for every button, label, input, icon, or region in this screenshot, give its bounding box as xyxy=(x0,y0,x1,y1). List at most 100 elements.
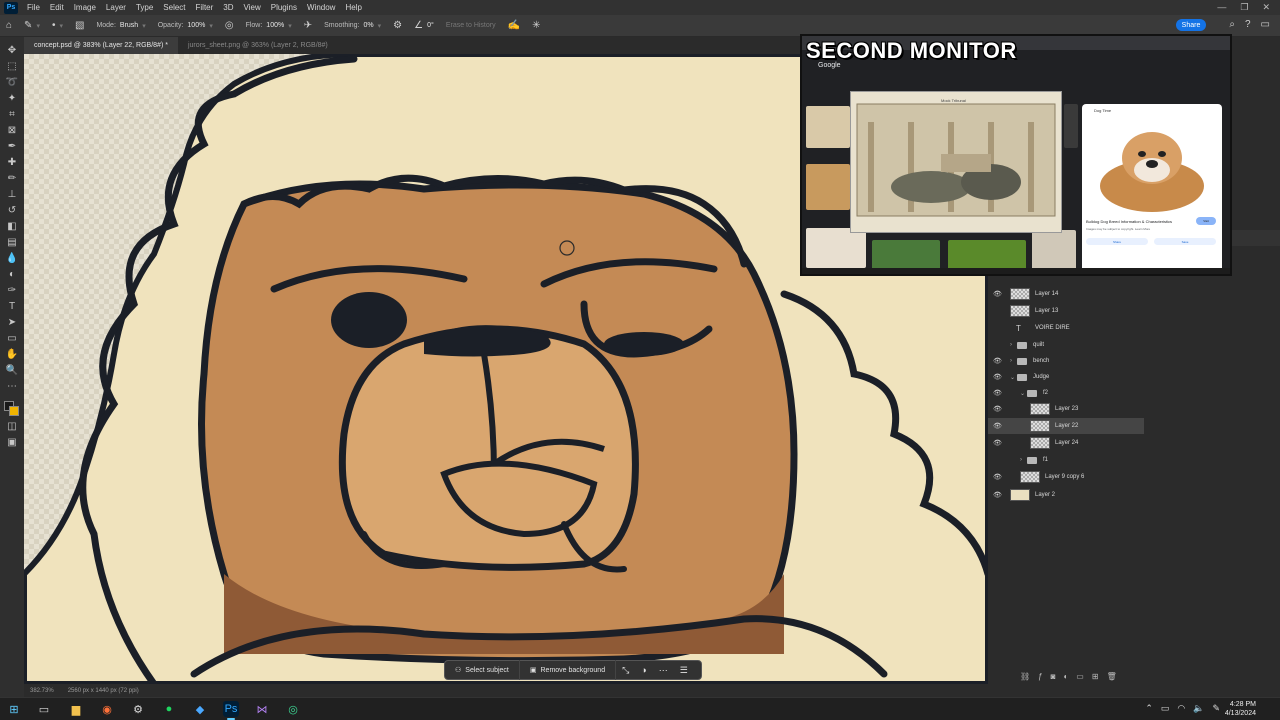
spotify-icon[interactable]: ● xyxy=(161,701,177,717)
taskbar-clock[interactable]: 4:28 PM 4/13/2024 xyxy=(1225,700,1256,718)
link-layers-icon[interactable]: ⛓ xyxy=(1020,672,1030,684)
result-thumbnail[interactable] xyxy=(806,228,866,268)
save-result-button[interactable]: Save xyxy=(1154,238,1216,245)
smoothing-settings-icon[interactable]: ⚙ xyxy=(393,20,402,31)
dodge-tool-icon[interactable]: ◐ xyxy=(4,269,20,281)
menu-filter[interactable]: Filter xyxy=(191,0,219,15)
network-icon[interactable]: ▭ xyxy=(1161,703,1170,714)
visibility-eye-icon[interactable]: 👁 xyxy=(993,439,1002,447)
history-brush-tool-icon[interactable]: ↺ xyxy=(4,205,20,217)
color-swatches[interactable] xyxy=(4,401,20,417)
pressure-size-icon[interactable]: ✍ xyxy=(508,20,520,31)
chevron-down-icon[interactable]: ⌄ xyxy=(1020,390,1025,397)
screen-mode-icon[interactable]: ▣ xyxy=(4,437,20,449)
brush-tool-icon[interactable]: ✏ xyxy=(4,173,20,185)
marquee-tool-icon[interactable]: ⬚ xyxy=(4,61,20,73)
menu-select[interactable]: Select xyxy=(158,0,190,15)
menu-layer[interactable]: Layer xyxy=(101,0,131,15)
volume-icon[interactable]: 🔈 xyxy=(1193,703,1204,714)
background-color-swatch[interactable] xyxy=(9,406,19,416)
firefox-icon[interactable]: ◉ xyxy=(99,701,115,717)
tab-jurors-sheet[interactable]: jurors_sheet.png @ 363% (Layer 2, RGB/8#… xyxy=(178,37,338,54)
more-tools-icon[interactable]: ⋯ xyxy=(4,381,20,393)
type-tool-icon[interactable]: T xyxy=(4,301,20,313)
app-icon[interactable]: ◆ xyxy=(192,701,208,717)
mask-icon[interactable]: ◑ xyxy=(635,665,652,675)
move-tool-icon[interactable]: ✥ xyxy=(4,45,20,57)
airbrush-icon[interactable]: ✈ xyxy=(304,20,312,31)
result-thumbnail[interactable] xyxy=(948,240,1026,270)
quick-mask-icon[interactable]: ◫ xyxy=(4,421,20,433)
bulldog-result-card[interactable]: Dog Time Bulldog Dog Breed Information &… xyxy=(1082,104,1222,272)
visibility-eye-icon[interactable]: 👁 xyxy=(993,290,1002,298)
layer-row-selected[interactable]: 👁 Layer 22 xyxy=(988,418,1144,434)
visibility-eye-icon[interactable]: 👁 xyxy=(993,373,1002,381)
eyedropper-tool-icon[interactable]: ✒ xyxy=(4,141,20,153)
layer-row[interactable]: T VOIRE DIRE xyxy=(988,320,1156,336)
menu-edit[interactable]: Edit xyxy=(45,0,69,15)
delete-layer-icon[interactable]: 🗑 xyxy=(1107,672,1117,684)
layer-row[interactable]: Layer 13 xyxy=(988,303,1156,319)
magic-wand-tool-icon[interactable]: ✦ xyxy=(4,93,20,105)
layer-row[interactable]: 👁 Layer 14 xyxy=(988,286,1156,302)
mode-dropdown[interactable]: Mode: Brush ▾ xyxy=(90,22,151,30)
new-group-icon[interactable]: ▭ xyxy=(1076,672,1084,684)
layer-row[interactable]: 👁 Layer 2 xyxy=(988,487,1156,503)
rectangle-tool-icon[interactable]: ▭ xyxy=(4,333,20,345)
steam-icon[interactable]: ⚙ xyxy=(130,701,146,717)
pen-icon[interactable]: ✎ xyxy=(1212,703,1220,714)
windows-start-icon[interactable]: ⊞ xyxy=(6,701,22,717)
layer-row[interactable]: 👁 Layer 23 xyxy=(988,401,1156,417)
chevron-down-icon[interactable]: ⌄ xyxy=(1010,374,1015,381)
menu-plugins[interactable]: Plugins xyxy=(266,0,302,15)
visit-button[interactable]: Visit xyxy=(1196,217,1216,225)
visibility-eye-icon[interactable]: 👁 xyxy=(993,473,1002,481)
result-thumbnail[interactable] xyxy=(1064,104,1078,148)
chevron-right-icon[interactable]: › xyxy=(1010,342,1012,348)
layer-row[interactable]: 👁 Layer 9 copy 6 xyxy=(988,469,1156,485)
healing-brush-tool-icon[interactable]: ✚ xyxy=(4,157,20,169)
opacity-field[interactable]: Opacity: 100% ▾ xyxy=(152,22,219,30)
select-subject-button[interactable]: ⚇ Select subject xyxy=(445,660,520,680)
more-options-icon[interactable]: ⋯ xyxy=(653,665,674,676)
menu-file[interactable]: File xyxy=(22,0,45,15)
layer-row[interactable]: › quilt xyxy=(988,337,1156,353)
remove-background-button[interactable]: ▣ Remove background xyxy=(520,660,617,680)
search-icon[interactable]: ⌕ xyxy=(1229,19,1235,30)
task-view-icon[interactable]: ▭ xyxy=(36,701,52,717)
visibility-eye-icon[interactable]: 👁 xyxy=(993,405,1002,413)
new-layer-icon[interactable]: ⊞ xyxy=(1092,672,1099,684)
crop-tool-icon[interactable]: ⌗ xyxy=(4,109,20,121)
blur-tool-icon[interactable]: 💧 xyxy=(4,253,20,265)
maximize-icon[interactable]: ❐ xyxy=(1240,2,1248,13)
close-icon[interactable]: ✕ xyxy=(1262,2,1270,13)
result-thumbnail[interactable] xyxy=(872,240,940,270)
pressure-opacity-icon[interactable]: ◎ xyxy=(225,20,234,31)
hand-tool-icon[interactable]: ✋ xyxy=(4,349,20,361)
tool-preset-caret-icon[interactable]: ▾ xyxy=(36,22,40,30)
angle-field[interactable]: ∠ 0° xyxy=(408,20,440,31)
zoom-level[interactable]: 382.73% xyxy=(30,688,54,694)
wifi-icon[interactable]: ◠ xyxy=(1177,703,1185,714)
menu-window[interactable]: Window xyxy=(302,0,340,15)
layer-row[interactable]: › f1 xyxy=(988,452,1156,468)
gradient-tool-icon[interactable]: ▤ xyxy=(4,237,20,249)
menu-type[interactable]: Type xyxy=(131,0,158,15)
layer-row[interactable]: 👁 ⌄ Judge xyxy=(988,369,1156,385)
result-thumbnail[interactable] xyxy=(806,164,850,210)
visibility-eye-icon[interactable]: 👁 xyxy=(993,357,1002,365)
app-icon[interactable]: ◎ xyxy=(285,701,301,717)
tab-concept-psd[interactable]: concept.psd @ 383% (Layer 22, RGB/8#) * xyxy=(24,37,178,54)
layer-row[interactable]: 👁 ⌄ f2 xyxy=(988,385,1156,401)
visual-studio-icon[interactable]: ⋈ xyxy=(254,701,270,717)
tribunal-painting-preview[interactable]: Mock Tribunal xyxy=(850,91,1062,233)
smoothing-field[interactable]: Smoothing: 0% ▾ xyxy=(318,22,387,30)
eraser-tool-icon[interactable]: ◧ xyxy=(4,221,20,233)
eraser-tool-icon[interactable]: ✎ xyxy=(24,20,32,31)
help-icon[interactable]: ? xyxy=(1245,19,1251,30)
visibility-eye-icon[interactable]: 👁 xyxy=(993,422,1002,430)
brush-preset-icon[interactable]: • xyxy=(52,20,56,31)
menu-image[interactable]: Image xyxy=(69,0,101,15)
brush-panel-icon[interactable]: ▧ xyxy=(75,20,84,31)
pen-tool-icon[interactable]: ✑ xyxy=(4,285,20,297)
